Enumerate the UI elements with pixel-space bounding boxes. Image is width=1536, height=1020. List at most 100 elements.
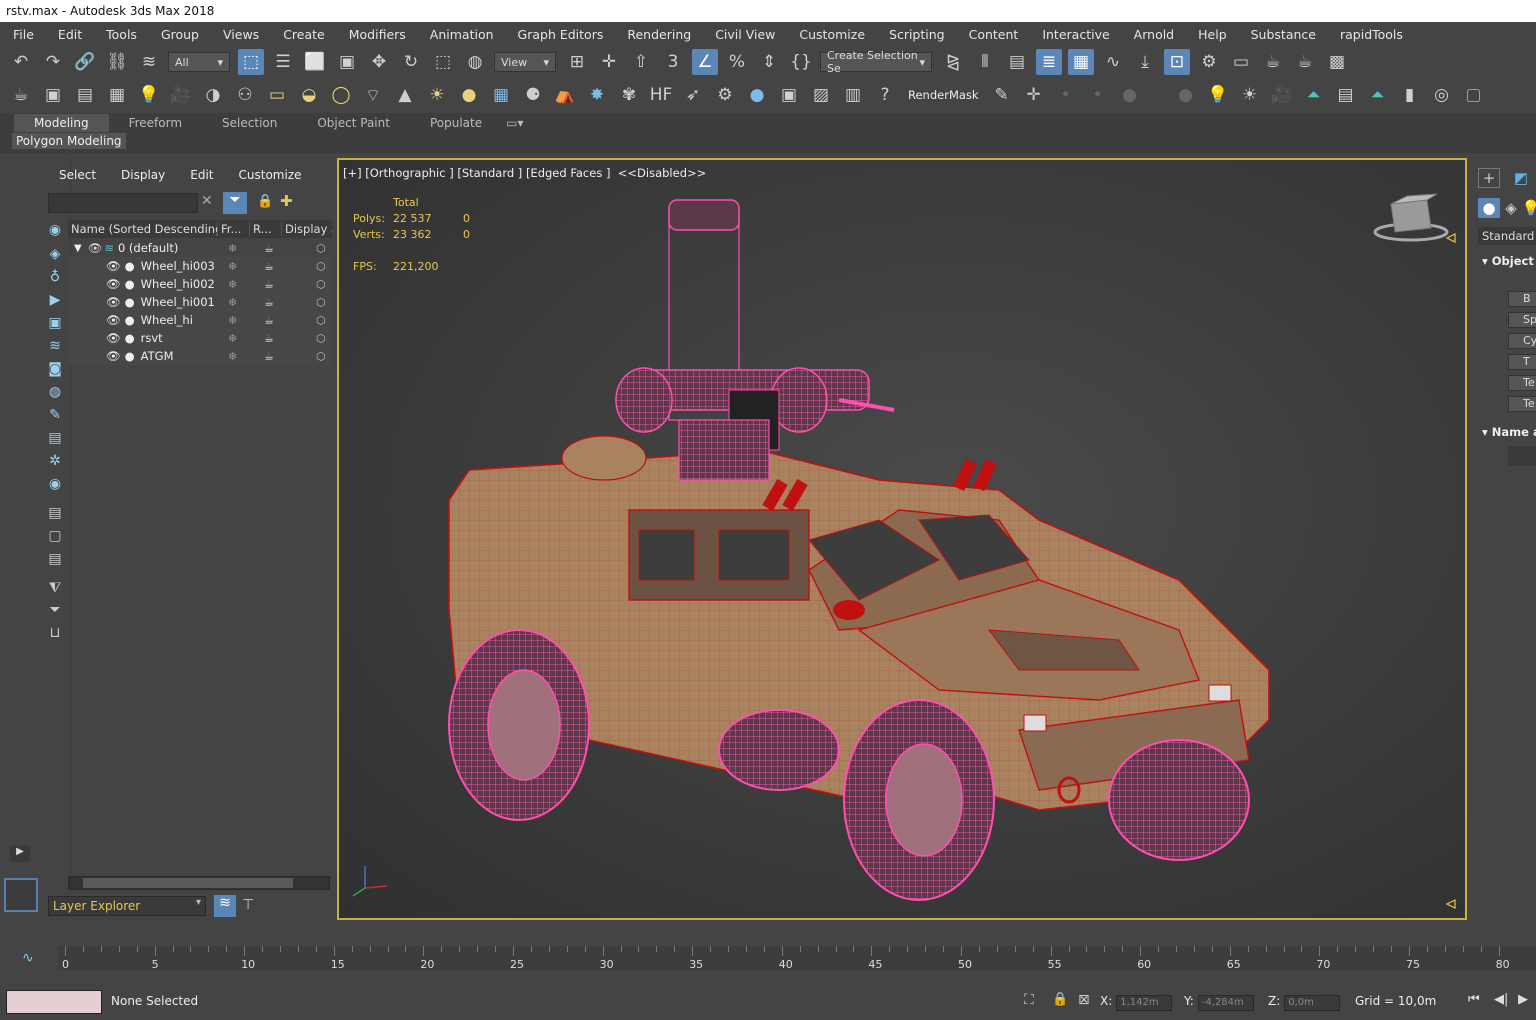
display-frozen-icon[interactable]: ◉: [44, 474, 66, 494]
play-icon[interactable]: ▶: [1518, 992, 1528, 1007]
hf-icon[interactable]: HF: [648, 82, 674, 108]
snaps-toggle-icon[interactable]: 3: [660, 49, 686, 75]
geosphere-icon[interactable]: ⌔: [360, 82, 386, 108]
placement-icon[interactable]: ◍: [462, 49, 488, 75]
percent-snap-icon[interactable]: %: [724, 49, 750, 75]
video-camera-icon[interactable]: 🎥: [1269, 82, 1295, 108]
schematic-view-icon[interactable]: ⊡: [1164, 49, 1190, 75]
edit-named-selection-icon[interactable]: {}: [788, 49, 814, 75]
freeze-icon[interactable]: ❄: [228, 314, 237, 327]
hierarchy-icon[interactable]: ⊤: [242, 897, 254, 913]
selection-lock-icon[interactable]: 🔒: [1052, 992, 1068, 1007]
isolate-selection-icon[interactable]: ⛶: [1024, 992, 1034, 1008]
visibility-eye-icon[interactable]: 👁: [106, 259, 121, 273]
shader-ball-icon[interactable]: ⚈: [520, 82, 546, 108]
sun-icon[interactable]: ☀: [424, 82, 450, 108]
freeze-icon[interactable]: ❄: [228, 242, 237, 255]
link-icon[interactable]: 🔗: [72, 49, 98, 75]
toggle-layer-explorer-icon[interactable]: ≣: [1036, 49, 1062, 75]
explorer-type-dropdown[interactable]: Layer Explorer: [48, 896, 206, 916]
menu-rendering[interactable]: Rendering: [614, 27, 702, 42]
layer-manager-icon[interactable]: ▤: [72, 82, 98, 108]
curve-editor-mini-icon[interactable]: ∿: [22, 950, 34, 966]
ring-icon[interactable]: ◎: [1429, 82, 1455, 108]
tent-icon[interactable]: ⛺: [552, 82, 578, 108]
display-box-icon[interactable]: ⬡: [316, 278, 326, 291]
render-teapot-icon[interactable]: ☕: [264, 314, 274, 327]
rotate-icon[interactable]: ↻: [398, 49, 424, 75]
selection-filter-dropdown[interactable]: All ▾: [168, 52, 230, 72]
chevron-down-icon[interactable]: ▾: [196, 897, 201, 908]
scene-states-icon[interactable]: ▦: [104, 82, 130, 108]
name-field[interactable]: [1508, 446, 1536, 466]
object-type-rollout[interactable]: ▾ Object: [1478, 252, 1536, 272]
forest-icon[interactable]: ⏶: [1301, 82, 1327, 108]
select-object-icon[interactable]: ⬚: [238, 49, 264, 75]
menu-customize[interactable]: Customize: [786, 27, 876, 42]
menu-group[interactable]: Group: [148, 27, 210, 42]
torus-button[interactable]: T: [1508, 354, 1536, 370]
wheel-rear-left[interactable]: [448, 629, 590, 821]
freeze-icon[interactable]: ❄: [228, 296, 237, 309]
render-in-cloud-icon[interactable]: ▩: [1324, 49, 1350, 75]
expand-arrow-icon[interactable]: ▶: [10, 846, 30, 862]
table-row[interactable]: 👁 ● Wheel_hi ❄ ☕ ⬡: [68, 311, 332, 329]
sphere-primitive-icon[interactable]: ◯: [328, 82, 354, 108]
unlink-icon[interactable]: ⛓: [104, 49, 130, 75]
column-frozen[interactable]: Fr...: [218, 222, 250, 236]
plane-primitive-icon[interactable]: ▭: [264, 82, 290, 108]
move-icon[interactable]: ✥: [366, 49, 392, 75]
tab-selection[interactable]: Selection: [202, 114, 297, 132]
display-spacewarps-icon[interactable]: ◙: [44, 359, 66, 379]
sx-menu-select[interactable]: Select: [44, 168, 106, 182]
render-elements-icon[interactable]: ⚇: [232, 82, 258, 108]
render-frame-window-icon[interactable]: ▣: [40, 82, 66, 108]
light-bulb-icon[interactable]: 💡: [1205, 82, 1231, 108]
menu-graph-editors[interactable]: Graph Editors: [505, 27, 615, 42]
table-row[interactable]: 👁 ● rsvt ❄ ☕ ⬡: [68, 329, 332, 347]
render-teapot-icon[interactable]: ☕: [264, 350, 274, 363]
light-lister-icon[interactable]: 💡: [136, 82, 162, 108]
paint-tool-icon[interactable]: ✎: [989, 82, 1015, 108]
texture-icon[interactable]: ⚙: [712, 82, 738, 108]
plant-icon[interactable]: ✾: [616, 82, 642, 108]
visibility-eye-icon[interactable]: 👁: [88, 241, 103, 255]
display-dependencies-icon[interactable]: ▤: [44, 549, 66, 569]
tab-modeling[interactable]: Modeling: [14, 114, 109, 132]
y-field[interactable]: [1197, 994, 1254, 1011]
menu-file[interactable]: File: [0, 27, 45, 42]
display-groups-icon[interactable]: ◍: [44, 382, 66, 402]
tree-icon[interactable]: ⏶: [1365, 82, 1391, 108]
rectangular-selection-icon[interactable]: ⬜: [302, 49, 328, 75]
layer-row-default[interactable]: ▼ 👁 ≋ 0 (default) ❄ ☕ ⬡: [68, 239, 332, 257]
column-renderable[interactable]: R...: [250, 222, 282, 236]
help-icon[interactable]: ?: [872, 82, 898, 108]
display-lights-icon[interactable]: ▶: [44, 290, 66, 310]
curve-editor-icon[interactable]: ∿: [1100, 49, 1126, 75]
render-teapot-icon[interactable]: ☕: [264, 242, 274, 255]
menu-tools[interactable]: Tools: [93, 27, 148, 42]
toggle-scene-explorer-icon[interactable]: ▤: [1004, 49, 1030, 75]
filter-toggle-icon[interactable]: ⏷: [223, 192, 247, 214]
lock-icon[interactable]: 🔒: [257, 194, 273, 209]
transform-gizmo-icon[interactable]: ✛: [1021, 82, 1047, 108]
menu-scripting[interactable]: Scripting: [876, 27, 956, 42]
time-slider-track[interactable]: 0 5 10 15 20 25 30 35 40 45 50 55 60 65 70 75 80: [58, 946, 1536, 971]
go-to-start-icon[interactable]: ⏮: [1468, 992, 1480, 1007]
undo-icon[interactable]: ↶: [8, 49, 34, 75]
menu-civil-view[interactable]: Civil View: [702, 27, 786, 42]
bind-space-warp-icon[interactable]: ≋: [136, 49, 162, 75]
freeze-icon[interactable]: ❄: [228, 350, 237, 363]
visibility-eye-icon[interactable]: 👁: [106, 277, 121, 291]
bake-icon[interactable]: ▨: [808, 82, 834, 108]
display-box-icon[interactable]: ⬡: [316, 242, 326, 255]
wheel-rear-right[interactable]: [718, 709, 840, 791]
render-setup-icon[interactable]: ▭: [1228, 49, 1254, 75]
display-none-icon[interactable]: ◉: [44, 220, 66, 240]
timeline[interactable]: ∿ 0 5 10 15 20 25 30 35 40 45 50 55 60 65 70 75 80: [0, 946, 1536, 980]
display-geometry-icon[interactable]: ◈: [44, 244, 66, 264]
object-type-dropdown[interactable]: Standard Pr: [1478, 227, 1536, 245]
geometry-category-icon[interactable]: ●: [1478, 198, 1500, 218]
wheel-front-right[interactable]: [1108, 739, 1250, 861]
collapse-arrow-icon[interactable]: ▼: [74, 243, 82, 254]
